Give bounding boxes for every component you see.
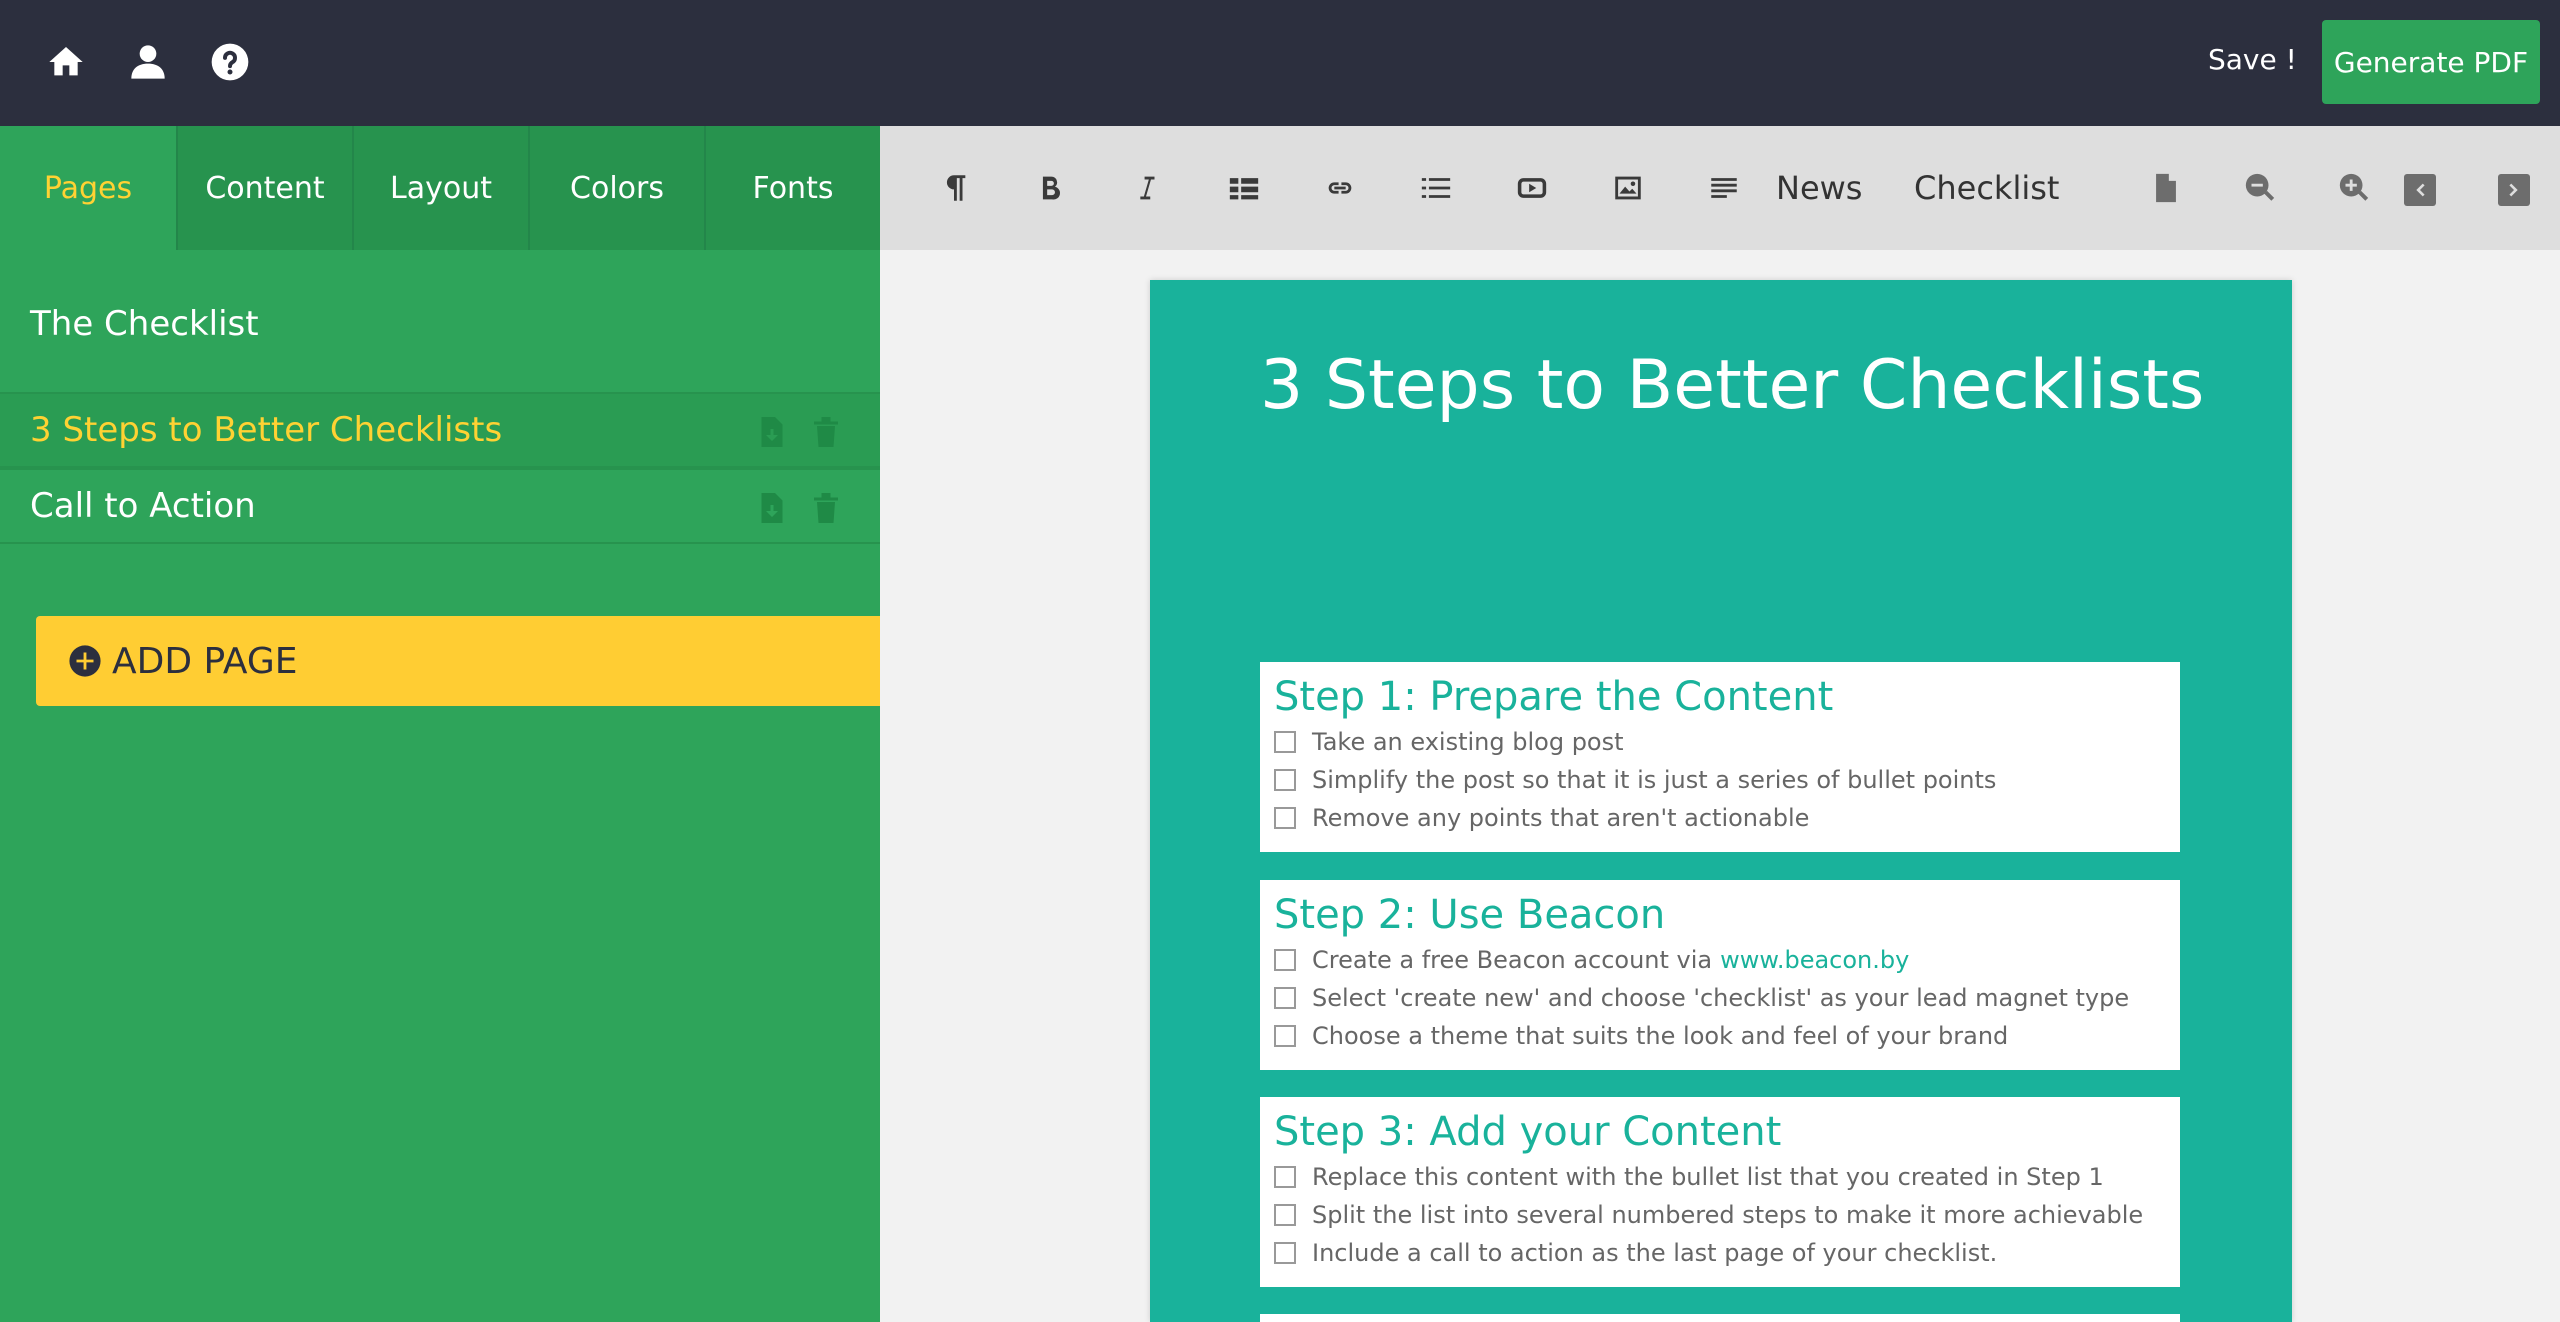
checklist-item[interactable]: Split the list into several numbered ste…	[1274, 1197, 2143, 1233]
checklist-item[interactable]: Remove any points that aren't actionable	[1274, 800, 1809, 836]
tab-pages[interactable]: Pages	[0, 126, 176, 250]
image-icon[interactable]	[1600, 160, 1656, 216]
step-heading[interactable]: Step 2: Use Beacon	[1274, 892, 1665, 938]
beacon-link[interactable]: www.beacon.by	[1720, 946, 1909, 974]
tab-layout[interactable]: Layout	[352, 126, 528, 250]
tab-content[interactable]: Content	[176, 126, 352, 250]
checkbox[interactable]	[1274, 769, 1296, 791]
checklist-item[interactable]: Select 'create new' and choose 'checklis…	[1274, 980, 2129, 1016]
document-title[interactable]: 3 Steps to Better Checklists	[1260, 346, 2204, 425]
plus-circle-icon	[69, 645, 101, 677]
user-icon[interactable]	[126, 40, 170, 84]
checkbox[interactable]	[1274, 1204, 1296, 1226]
bold-icon[interactable]	[1022, 160, 1078, 216]
checkbox[interactable]	[1274, 1025, 1296, 1047]
align-icon[interactable]	[1696, 160, 1752, 216]
tab-fonts[interactable]: Fonts	[704, 126, 880, 250]
trash-icon[interactable]	[808, 414, 844, 450]
paragraph-icon[interactable]	[926, 160, 982, 216]
list-icon[interactable]	[1408, 160, 1464, 216]
checklist-item-text: Remove any points that aren't actionable	[1312, 804, 1810, 832]
help-icon[interactable]	[208, 40, 252, 84]
home-icon[interactable]	[44, 40, 88, 84]
checklist-item[interactable]: Include a call to action as the last pag…	[1274, 1235, 1997, 1271]
generate-pdf-button[interactable]: Generate PDF	[2322, 20, 2540, 104]
checklist-item-text: Create a free Beacon account via	[1312, 946, 1713, 974]
duplicate-page-icon[interactable]	[754, 414, 790, 450]
page-item-the-checklist[interactable]: The Checklist	[0, 286, 880, 362]
save-button[interactable]: Save !	[2208, 36, 2297, 84]
step-heading[interactable]: Step 1: Prepare the Content	[1274, 674, 1833, 720]
checklist-item-text: Include a call to action as the last pag…	[1312, 1239, 1998, 1267]
page-icon[interactable]	[2138, 160, 2194, 216]
checklist-item[interactable]: Simplify the post so that it is just a s…	[1274, 762, 1996, 798]
checklist-item-text: Select 'create new' and choose 'checklis…	[1312, 984, 2130, 1012]
step-block-1[interactable]: Step 1: Prepare the Content Take an exis…	[1260, 662, 2180, 852]
page-actions	[754, 414, 844, 450]
sidebar: Pages Content Layout Colors Fonts The Ch…	[0, 126, 880, 1322]
editor-toolbar: News Checklist	[880, 126, 2560, 250]
checkbox[interactable]	[1274, 987, 1296, 1009]
checklist-item[interactable]: Replace this content with the bullet lis…	[1274, 1159, 2104, 1195]
checklist-item[interactable]: Choose a theme that suits the look and f…	[1274, 1018, 2008, 1054]
step-heading[interactable]: Step 3: Add your Content	[1274, 1109, 1781, 1155]
step-block-4-partial[interactable]	[1260, 1314, 2180, 1322]
checklist-item[interactable]: Take an existing blog post	[1274, 724, 1624, 760]
step-block-3[interactable]: Step 3: Add your Content Replace this co…	[1260, 1097, 2180, 1287]
checkbox[interactable]	[1274, 731, 1296, 753]
checkbox[interactable]	[1274, 807, 1296, 829]
top-bar: Save ! Generate PDF	[0, 0, 2560, 126]
page-item-call-to-action[interactable]: Call to Action	[0, 468, 880, 544]
table-icon[interactable]	[1216, 160, 1272, 216]
step-block-2[interactable]: Step 2: Use Beacon Create a free Beacon …	[1260, 880, 2180, 1070]
page-item-3-steps[interactable]: 3 Steps to Better Checklists	[0, 392, 880, 468]
prev-page-icon[interactable]	[2404, 174, 2436, 206]
add-page-label: ADD PAGE	[112, 640, 298, 682]
duplicate-page-icon[interactable]	[754, 490, 790, 526]
italic-icon[interactable]	[1118, 160, 1174, 216]
checklist-item-text: Replace this content with the bullet lis…	[1312, 1163, 2104, 1191]
checklist-item-text: Split the list into several numbered ste…	[1312, 1201, 2144, 1229]
zoom-out-icon[interactable]	[2232, 160, 2288, 216]
page-item-label: The Checklist	[30, 304, 259, 344]
page-item-label: Call to Action	[30, 486, 256, 526]
add-page-button[interactable]: ADD PAGE	[36, 616, 880, 706]
next-page-icon[interactable]	[2498, 174, 2530, 206]
video-icon[interactable]	[1504, 160, 1560, 216]
checklist-item-text: Choose a theme that suits the look and f…	[1312, 1022, 2009, 1050]
checkbox[interactable]	[1274, 1166, 1296, 1188]
trash-icon[interactable]	[808, 490, 844, 526]
sidebar-tabs: Pages Content Layout Colors Fonts	[0, 126, 880, 250]
checklist-item[interactable]: Create a free Beacon account via www.bea…	[1274, 942, 1909, 978]
page-actions	[754, 490, 844, 526]
link-icon[interactable]	[1312, 160, 1368, 216]
news-button[interactable]: News	[1776, 160, 1862, 216]
checklist-item-text: Take an existing blog post	[1312, 728, 1624, 756]
checkbox[interactable]	[1274, 1242, 1296, 1264]
zoom-in-icon[interactable]	[2326, 160, 2382, 216]
checklist-button[interactable]: Checklist	[1914, 160, 2059, 216]
page-item-label: 3 Steps to Better Checklists	[30, 410, 503, 450]
checklist-item-text: Simplify the post so that it is just a s…	[1312, 766, 1997, 794]
tab-colors[interactable]: Colors	[528, 126, 704, 250]
document-page[interactable]: 3 Steps to Better Checklists Step 1: Pre…	[1150, 280, 2292, 1322]
checkbox[interactable]	[1274, 949, 1296, 971]
